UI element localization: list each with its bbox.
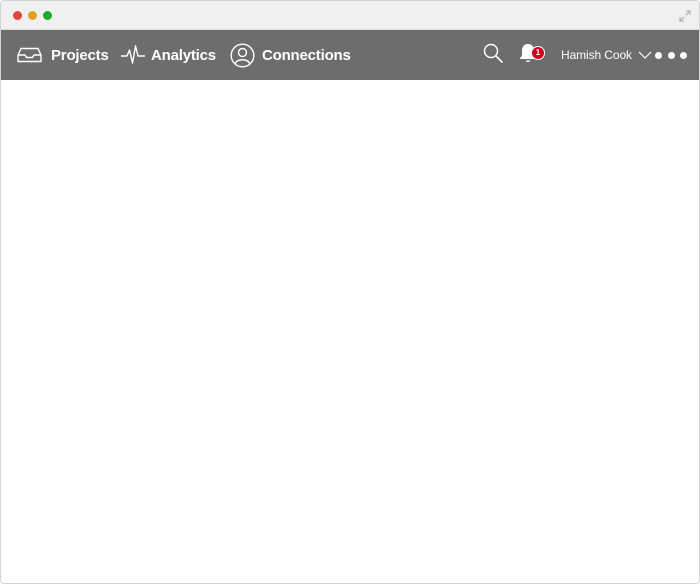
- user-name: Hamish Cook: [561, 48, 632, 62]
- more-dot: [655, 51, 662, 59]
- zoom-window-button[interactable]: [43, 11, 52, 20]
- nav-item-label: Connections: [262, 46, 351, 64]
- chevron-down-icon: [632, 46, 652, 64]
- main-content-area: [1, 80, 699, 583]
- notifications-button[interactable]: 1: [517, 30, 545, 80]
- app-window: Projects Analytics Connections 1 Hamish …: [0, 0, 700, 584]
- search-icon: [483, 43, 503, 68]
- nav-item-label: Analytics: [151, 46, 216, 64]
- notification-count-badge: 1: [531, 46, 545, 60]
- nav-item-connections[interactable]: Connections: [230, 30, 351, 80]
- more-options-button[interactable]: [655, 30, 687, 80]
- nav-item-analytics[interactable]: Analytics: [121, 30, 216, 80]
- title-bar: [1, 1, 699, 30]
- nav-item-label: Projects: [51, 46, 109, 64]
- user-menu[interactable]: Hamish Cook: [561, 30, 652, 80]
- close-window-button[interactable]: [13, 11, 22, 20]
- inbox-tray-icon: [17, 47, 42, 63]
- user-circle-icon: [230, 42, 255, 68]
- expand-arrows-icon[interactable]: [679, 9, 691, 22]
- pulse-icon: [121, 44, 145, 66]
- minimize-window-button[interactable]: [28, 11, 37, 20]
- search-button[interactable]: [483, 30, 505, 80]
- nav-item-projects[interactable]: Projects: [17, 30, 109, 80]
- more-dot: [667, 51, 675, 59]
- more-dot: [680, 51, 687, 59]
- top-navigation-bar: Projects Analytics Connections 1 Hamish …: [1, 30, 699, 80]
